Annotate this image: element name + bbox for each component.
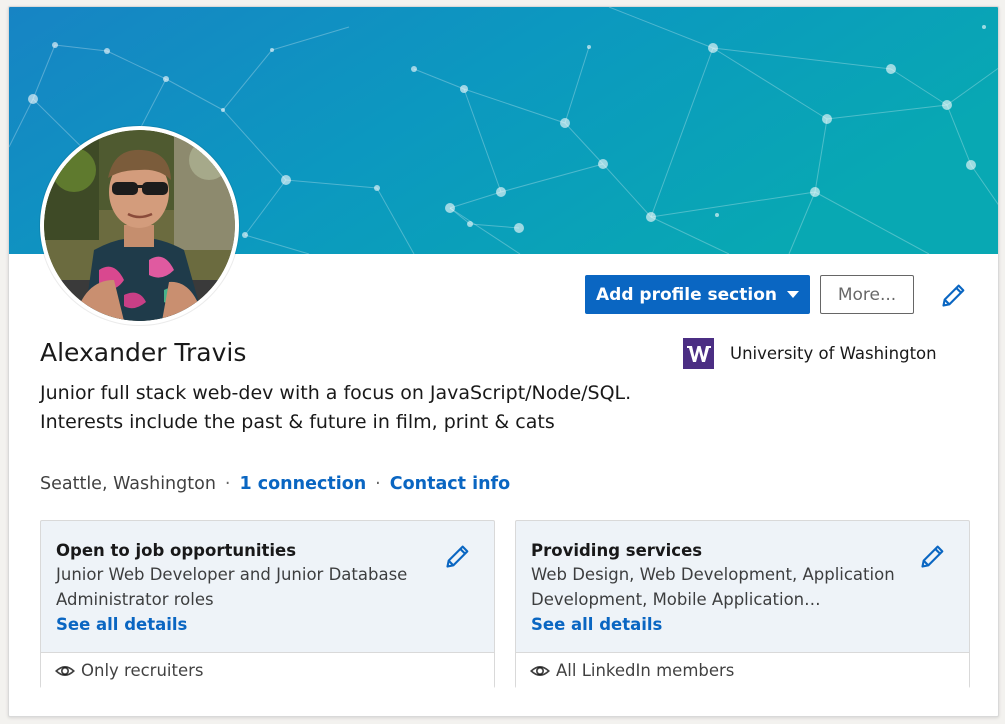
open-to-work-card: Open to job opportunities Junior Web Dev… — [40, 520, 495, 688]
separator-dot: · — [224, 474, 231, 494]
card-description: Junior Web Developer and Junior Database… — [56, 565, 408, 609]
edit-pencil-icon[interactable] — [444, 542, 472, 570]
location-text: Seattle, Washington — [40, 474, 216, 494]
school-name: University of Washington — [730, 344, 937, 363]
w-logo-icon — [686, 345, 711, 362]
providing-services-body: Providing services Web Design, Web Devel… — [516, 521, 969, 652]
edit-intro-pencil-icon[interactable] — [940, 281, 968, 309]
see-all-details-link[interactable]: See all details — [531, 612, 662, 637]
visibility-footer: All LinkedIn members — [516, 652, 969, 688]
card-description: Web Design, Web Development, Application… — [531, 565, 895, 609]
add-profile-section-label: Add profile section — [596, 284, 777, 305]
open-to-work-body: Open to job opportunities Junior Web Dev… — [41, 521, 494, 652]
profile-name: Alexander Travis — [40, 338, 247, 367]
visibility-text: All LinkedIn members — [556, 661, 735, 680]
profile-meta: Seattle, Washington · 1 connection · Con… — [40, 474, 510, 494]
more-button[interactable]: More... — [820, 275, 914, 314]
caret-down-icon — [786, 291, 799, 298]
connections-link[interactable]: 1 connection — [240, 474, 367, 494]
eye-icon — [530, 665, 550, 676]
contact-info-link[interactable]: Contact info — [390, 474, 510, 494]
visibility-text: Only recruiters — [81, 661, 204, 680]
more-label: More... — [837, 284, 897, 305]
card-title: Providing services — [531, 541, 703, 560]
see-all-details-link[interactable]: See all details — [56, 612, 187, 637]
eye-icon — [55, 665, 75, 676]
profile-card: Add profile section More... Alexander Tr… — [8, 6, 999, 717]
profile-photo[interactable] — [40, 126, 239, 325]
providing-services-card: Providing services Web Design, Web Devel… — [515, 520, 970, 688]
add-profile-section-button[interactable]: Add profile section — [585, 275, 810, 314]
avatar — [44, 130, 235, 321]
card-title: Open to job opportunities — [56, 541, 297, 560]
separator-dot: · — [375, 474, 381, 494]
edit-pencil-icon[interactable] — [919, 542, 947, 570]
university-logo — [683, 338, 714, 369]
profile-headline: Junior full stack web-dev with a focus o… — [40, 382, 632, 433]
visibility-footer: Only recruiters — [41, 652, 494, 688]
education-entry[interactable]: University of Washington — [683, 338, 937, 369]
